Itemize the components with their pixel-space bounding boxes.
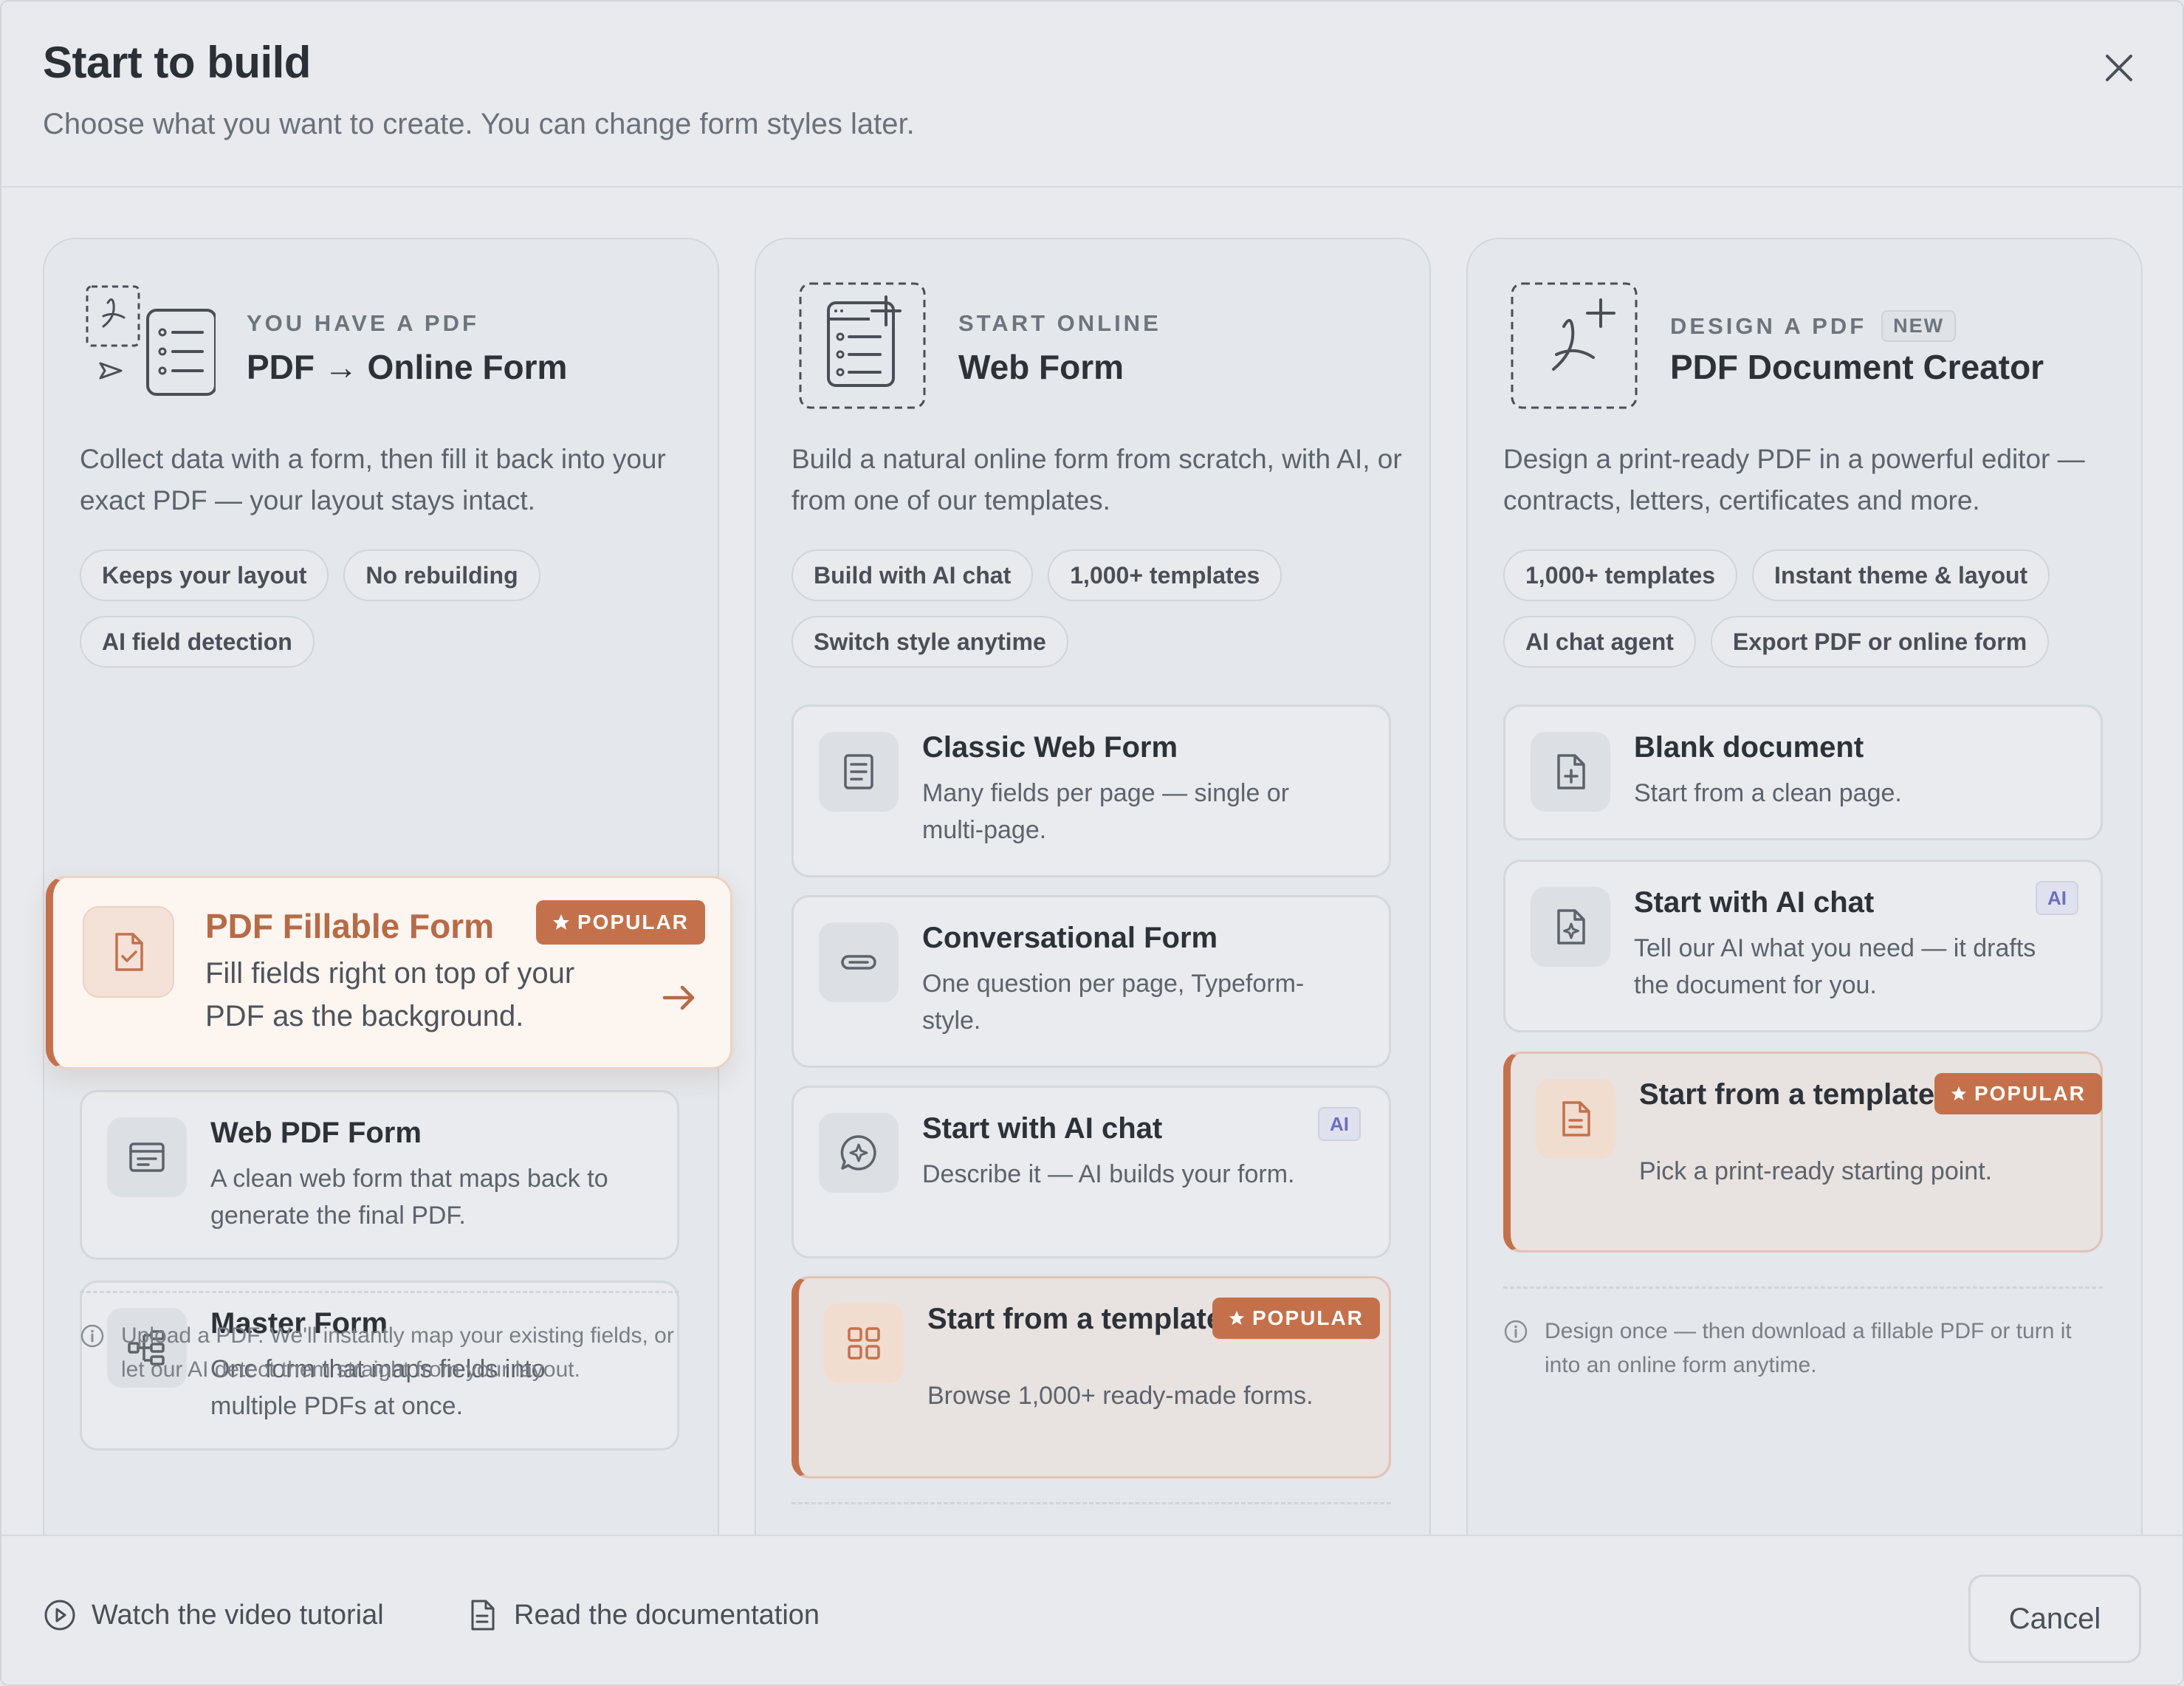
watch-video-link[interactable]: Watch the video tutorial bbox=[43, 1598, 384, 1632]
feature-chip: 1,000+ templates bbox=[1503, 549, 1738, 601]
popular-badge: POPULAR bbox=[536, 900, 705, 945]
arrow-right-icon bbox=[662, 985, 695, 1010]
document-text-icon bbox=[1536, 1079, 1615, 1159]
option-web-pdf-form[interactable]: Web PDF Form A clean web form that maps … bbox=[80, 1090, 679, 1260]
web-form-icon bbox=[107, 1117, 187, 1197]
close-icon bbox=[2106, 55, 2132, 81]
column-web-form: START ONLINE Web Form Build a natural on… bbox=[755, 238, 1431, 1535]
option-title: Start with AI chat bbox=[922, 1112, 1163, 1145]
feature-chip: Instant theme & layout bbox=[1752, 549, 2050, 601]
column-eyebrow: DESIGN A PDF NEW bbox=[1670, 310, 1957, 342]
grid-icon bbox=[824, 1303, 904, 1383]
option-pdf-fillable-form[interactable]: PDF Fillable Form Fill fields right on t… bbox=[46, 876, 732, 1069]
column-description: Collect data with a form, then fill it b… bbox=[80, 444, 666, 515]
column-description: Design a print-ready PDF in a powerful e… bbox=[1503, 444, 2085, 515]
star-icon bbox=[553, 914, 569, 930]
option-description: A clean web form that maps back to gener… bbox=[210, 1165, 608, 1230]
option-title: Start from a template bbox=[1639, 1078, 1935, 1111]
dialog-subtitle: Choose what you want to create. You can … bbox=[43, 108, 915, 140]
option-description: Tell our AI what you need — it drafts th… bbox=[1634, 934, 2036, 999]
option-start-with-ai-chat[interactable]: Start with AI chat Tell our AI what you … bbox=[1503, 860, 2103, 1032]
column-note: Upload a PDF. We'll instantly map your e… bbox=[80, 1319, 679, 1387]
watch-video-label: Watch the video tutorial bbox=[92, 1599, 384, 1631]
column-eyebrow: YOU HAVE A PDF bbox=[247, 310, 479, 336]
column-title: PDF Document Creator bbox=[1670, 348, 2044, 386]
option-description: Many fields per page — single or multi-p… bbox=[922, 779, 1290, 844]
option-description: One question per page, Typeform-style. bbox=[922, 970, 1305, 1035]
featured-description: Fill fields right on top of your PDF as … bbox=[205, 957, 575, 1032]
feature-chip: Export PDF or online form bbox=[1710, 616, 2050, 668]
feature-chips: Build with AI chat 1,000+ templates Swit… bbox=[791, 549, 1412, 668]
section-divider bbox=[791, 1502, 1391, 1504]
popular-badge: POPULAR bbox=[1212, 1298, 1380, 1339]
feature-chip: 1,000+ templates bbox=[1048, 549, 1282, 601]
web-form-add-icon bbox=[797, 281, 927, 411]
feature-chip: AI field detection bbox=[80, 616, 315, 668]
option-description: Start from a clean page. bbox=[1634, 779, 1902, 807]
column-title: PDF → Online Form bbox=[247, 348, 568, 386]
ai-badge: AI bbox=[2036, 881, 2078, 915]
option-title: Blank document bbox=[1634, 731, 1864, 764]
pdf-to-form-icon bbox=[86, 281, 216, 411]
dialog-header: Start to build Choose what you want to c… bbox=[1, 1, 2183, 188]
dialog-title: Start to build bbox=[43, 38, 311, 87]
section-divider bbox=[80, 1291, 679, 1293]
dialog-body: YOU HAVE A PDF PDF → Online Form Collect… bbox=[1, 189, 2183, 1535]
dialog-footer: Watch the video tutorial Read the docume… bbox=[1, 1535, 2183, 1685]
info-icon bbox=[1504, 1320, 1528, 1343]
feature-chip: Keeps your layout bbox=[80, 549, 329, 601]
option-title: Conversational Form bbox=[922, 922, 1218, 954]
column-pdf-document-creator: DESIGN A PDF NEW PDF Document Creator De… bbox=[1466, 238, 2143, 1535]
option-description: Pick a print-ready starting point. bbox=[1639, 1157, 1993, 1185]
star-icon bbox=[1951, 1086, 1966, 1100]
option-conversational-form[interactable]: Conversational Form One question per pag… bbox=[791, 895, 1391, 1068]
option-title: Classic Web Form bbox=[922, 731, 1178, 764]
featured-title: PDF Fillable Form bbox=[205, 907, 495, 945]
option-title: Web PDF Form bbox=[210, 1117, 422, 1149]
feature-chips: 1,000+ templates Instant theme & layout … bbox=[1503, 549, 2123, 668]
info-icon bbox=[80, 1324, 104, 1348]
ai-chat-icon bbox=[819, 1113, 899, 1193]
document-check-icon bbox=[83, 906, 174, 998]
ai-badge: AI bbox=[1318, 1107, 1361, 1141]
input-field-icon bbox=[819, 922, 899, 1002]
document-sparkle-icon bbox=[1531, 887, 1610, 967]
feature-chip: No rebuilding bbox=[343, 549, 540, 601]
feature-chip: Build with AI chat bbox=[791, 549, 1034, 601]
option-title: Start with AI chat bbox=[1634, 886, 1875, 919]
new-badge: NEW bbox=[1881, 310, 1957, 342]
cancel-button[interactable]: Cancel bbox=[1968, 1574, 2141, 1663]
play-circle-icon bbox=[44, 1600, 75, 1631]
feature-chip: AI chat agent bbox=[1503, 616, 1696, 668]
star-icon bbox=[1229, 1311, 1244, 1325]
option-start-with-ai-chat[interactable]: Start with AI chat Describe it — AI buil… bbox=[791, 1086, 1391, 1258]
option-description: Describe it — AI builds your form. bbox=[922, 1160, 1295, 1188]
option-description: Browse 1,000+ ready-made forms. bbox=[927, 1382, 1314, 1410]
read-docs-link[interactable]: Read the documentation bbox=[465, 1598, 820, 1632]
document-lines-icon bbox=[819, 732, 899, 812]
read-docs-label: Read the documentation bbox=[514, 1599, 820, 1631]
column-title: Web Form bbox=[958, 348, 1124, 386]
close-button[interactable] bbox=[2097, 46, 2141, 90]
note-text: Upload a PDF. We'll instantly map your e… bbox=[121, 1323, 674, 1382]
document-add-icon bbox=[1531, 732, 1610, 812]
document-icon bbox=[471, 1600, 495, 1631]
pdf-add-icon bbox=[1509, 281, 1639, 411]
option-start-from-template[interactable]: Start from a template Pick a print-ready… bbox=[1503, 1052, 2103, 1252]
feature-chip: Switch style anytime bbox=[791, 616, 1068, 668]
column-note: Design once — then download a fillable P… bbox=[1503, 1315, 2103, 1382]
option-title: Start from a template bbox=[927, 1303, 1223, 1335]
column-description: Build a natural online form from scratch… bbox=[791, 444, 1402, 515]
option-classic-web-form[interactable]: Classic Web Form Many fields per page — … bbox=[791, 705, 1391, 877]
popular-badge: POPULAR bbox=[1934, 1073, 2102, 1114]
start-to-build-dialog: Start to build Choose what you want to c… bbox=[0, 0, 2184, 1686]
note-text: Design once — then download a fillable P… bbox=[1545, 1319, 2072, 1377]
option-start-from-template[interactable]: Start from a template Browse 1,000+ read… bbox=[791, 1276, 1391, 1478]
option-blank-document[interactable]: Blank document Start from a clean page. bbox=[1503, 705, 2103, 840]
feature-chips: Keeps your layout No rebuilding AI field… bbox=[80, 549, 700, 668]
section-divider bbox=[1503, 1286, 2103, 1289]
column-eyebrow: START ONLINE bbox=[958, 310, 1161, 336]
